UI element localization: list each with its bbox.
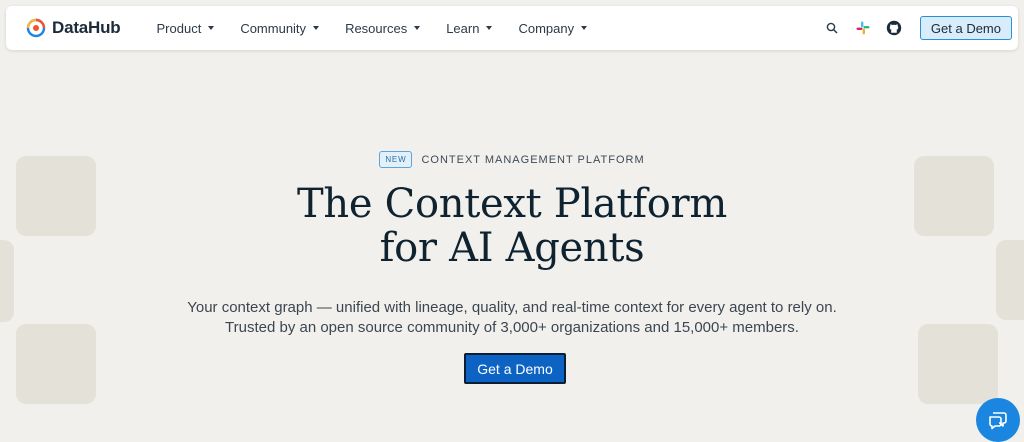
- get-demo-hero-button[interactable]: Get a Demo: [464, 353, 566, 384]
- brand-logo[interactable]: DataHub: [26, 18, 121, 38]
- chevron-down-icon: [313, 26, 320, 30]
- menu-item-company[interactable]: Company: [518, 20, 588, 36]
- get-demo-nav-button[interactable]: Get a Demo: [919, 16, 1012, 40]
- top-navbar: DataHub Product Community Resources Lear…: [6, 6, 1018, 50]
- hero-title: The Context Platform for AI Agents: [0, 182, 1024, 270]
- chevron-down-icon: [414, 26, 421, 30]
- main-menu: Product Community Resources Learn Compan…: [157, 21, 614, 36]
- hero-subtitle-line-1: Your context graph — unified with lineag…: [187, 299, 837, 316]
- menu-item-label: Community: [240, 20, 307, 36]
- hero-subtitle: Your context graph — unified with lineag…: [0, 298, 1024, 338]
- slack-link[interactable]: [852, 17, 874, 39]
- github-link[interactable]: [883, 17, 905, 39]
- hero-title-line-1: The Context Platform: [297, 181, 727, 227]
- search-button[interactable]: [821, 17, 843, 39]
- github-icon: [886, 20, 902, 36]
- nav-actions: Get a Demo: [821, 6, 1012, 50]
- menu-item-label: Company: [518, 20, 575, 36]
- chat-widget-button[interactable]: [976, 398, 1020, 442]
- datahub-logo-icon: [26, 18, 46, 38]
- new-badge: NEW: [379, 151, 413, 168]
- slack-icon: [856, 21, 870, 35]
- menu-item-label: Product: [156, 20, 202, 36]
- search-icon: [826, 22, 838, 34]
- chevron-down-icon: [486, 26, 493, 30]
- announcement-badge[interactable]: NEW CONTEXT MANAGEMENT PLATFORM: [0, 151, 1024, 168]
- menu-item-community[interactable]: Community: [240, 20, 320, 36]
- chevron-down-icon: [581, 26, 588, 30]
- eyebrow-text: CONTEXT MANAGEMENT PLATFORM: [421, 153, 645, 166]
- menu-item-label: Learn: [446, 20, 480, 36]
- hero-title-line-2: for AI Agents: [379, 225, 645, 271]
- menu-item-resources[interactable]: Resources: [345, 20, 421, 36]
- chevron-down-icon: [208, 26, 215, 30]
- hero-subtitle-line-2: Trusted by an open source community of 3…: [225, 319, 799, 336]
- brand-name: DataHub: [52, 18, 121, 37]
- chat-icon: [989, 412, 1007, 430]
- menu-item-label: Resources: [345, 20, 408, 36]
- menu-item-learn[interactable]: Learn: [446, 20, 493, 36]
- menu-item-product[interactable]: Product: [157, 21, 215, 36]
